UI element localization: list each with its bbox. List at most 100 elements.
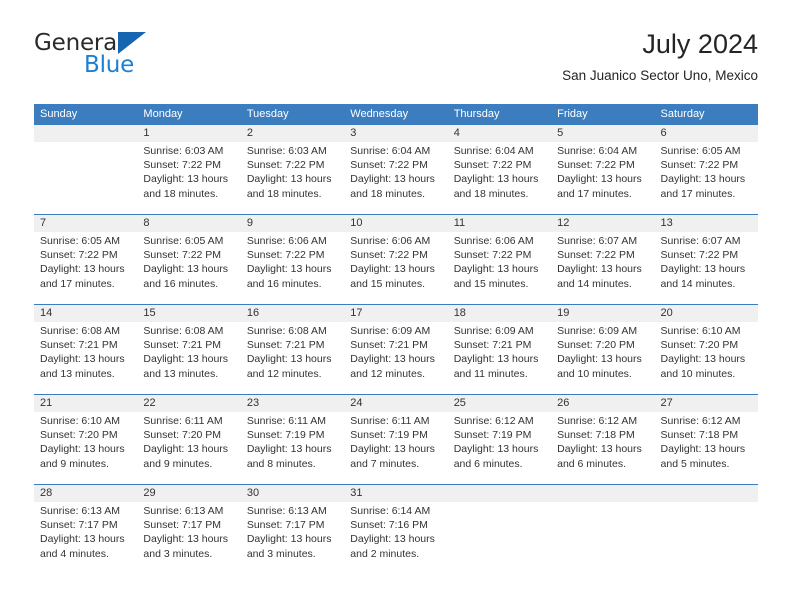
day-detail-line: Daylight: 13 hours — [350, 533, 435, 546]
day-number-24[interactable]: 24 — [344, 395, 447, 412]
day-cell-24[interactable]: Sunrise: 6:11 AM Sunset: 7:19 PM Daylight:… — [344, 412, 447, 484]
day-number-16[interactable]: 16 — [241, 305, 344, 322]
day-detail-line: Sunset: 7:18 PM — [557, 429, 635, 442]
day-detail-line: and 9 minutes. — [40, 457, 109, 470]
day-number-18[interactable]: 18 — [448, 305, 551, 322]
day-detail-line: Sunset: 7:22 PM — [660, 249, 739, 262]
day-number-22[interactable]: 22 — [137, 395, 240, 412]
day-cell-28[interactable]: Sunrise: 6:13 AM Sunset: 7:17 PM Daylight:… — [34, 502, 137, 574]
day-cell-18[interactable]: Sunrise: 6:09 AM Sunset: 7:21 PM Daylight:… — [448, 322, 551, 394]
day-number-6[interactable]: 6 — [655, 125, 758, 142]
day-detail-line: Sunset: 7:21 PM — [350, 339, 428, 352]
day-detail-line: Sunrise: 6:03 AM — [143, 145, 224, 157]
day-number-17[interactable]: 17 — [344, 305, 447, 322]
day-cell-11[interactable]: Sunrise: 6:06 AM Sunset: 7:22 PM Daylight:… — [448, 232, 551, 304]
day-detail-line: and 8 minutes. — [246, 457, 316, 470]
day-detail-line: and 17 minutes. — [40, 277, 115, 290]
day-cell-31[interactable]: Sunrise: 6:14 AM Sunset: 7:16 PM Daylight:… — [344, 502, 447, 574]
page-header: General Blue July 2024 San Juanico Secto… — [0, 0, 792, 100]
day-cell-4[interactable]: Sunrise: 6:04 AM Sunset: 7:22 PM Daylight:… — [448, 142, 551, 214]
day-cell-22[interactable]: Sunrise: 6:11 AM Sunset: 7:20 PM Daylight:… — [137, 412, 240, 484]
day-cell-10[interactable]: Sunrise: 6:06 AM Sunset: 7:22 PM Daylight:… — [344, 232, 447, 304]
day-detail-line: Sunset: 7:16 PM — [350, 519, 428, 532]
day-number-2[interactable]: 2 — [241, 125, 344, 142]
day-detail-line: and 16 minutes. — [246, 277, 322, 290]
day-cell-12[interactable]: Sunrise: 6:07 AM Sunset: 7:22 PM Daylight:… — [551, 232, 654, 304]
day-cell-27[interactable]: Sunrise: 6:12 AM Sunset: 7:18 PM Daylight:… — [655, 412, 758, 484]
day-number-7[interactable]: 7 — [34, 215, 137, 232]
day-number-20[interactable]: 20 — [655, 305, 758, 322]
day-number-9[interactable]: 9 — [241, 215, 344, 232]
day-number-28[interactable]: 28 — [34, 485, 137, 502]
week-detail-band: Sunrise: 6:10 AM Sunset: 7:20 PM Daylight:… — [34, 412, 758, 484]
day-cell-30[interactable]: Sunrise: 6:13 AM Sunset: 7:17 PM Daylight:… — [241, 502, 344, 574]
day-detail-line: and 10 minutes. — [557, 367, 632, 380]
day-cell-5[interactable]: Sunrise: 6:04 AM Sunset: 7:22 PM Daylight:… — [551, 142, 654, 214]
day-cell-25[interactable]: Sunrise: 6:12 AM Sunset: 7:19 PM Daylight:… — [448, 412, 551, 484]
title-block: July 2024 San Juanico Sector Uno, Mexico — [562, 28, 758, 84]
day-detail-line: Daylight: 13 hours — [143, 263, 229, 276]
day-number-1[interactable]: 1 — [137, 125, 240, 142]
day-detail-line: Sunrise: 6:12 AM — [660, 415, 741, 427]
day-cell-8[interactable]: Sunrise: 6:05 AM Sunset: 7:22 PM Daylight:… — [137, 232, 240, 304]
day-number-11[interactable]: 11 — [448, 215, 551, 232]
day-number-10[interactable]: 10 — [344, 215, 447, 232]
general-blue-logo[interactable]: General Blue — [34, 30, 274, 90]
week-detail-band: Sunrise: 6:13 AM Sunset: 7:17 PM Daylight:… — [34, 502, 758, 574]
day-number-14[interactable]: 14 — [34, 305, 137, 322]
day-number-30[interactable]: 30 — [241, 485, 344, 502]
day-cell-26[interactable]: Sunrise: 6:12 AM Sunset: 7:18 PM Daylight:… — [551, 412, 654, 484]
day-detail-line: and 18 minutes. — [246, 187, 322, 200]
day-detail-line: Daylight: 13 hours — [660, 173, 746, 186]
day-cell-19[interactable]: Sunrise: 6:09 AM Sunset: 7:20 PM Daylight:… — [551, 322, 654, 394]
day-detail-line: Daylight: 13 hours — [660, 263, 746, 276]
day-cell-16[interactable]: Sunrise: 6:08 AM Sunset: 7:21 PM Daylight:… — [241, 322, 344, 394]
day-detail-line: Daylight: 13 hours — [40, 353, 125, 366]
day-number-21[interactable]: 21 — [34, 395, 137, 412]
day-number-31[interactable]: 31 — [344, 485, 447, 502]
day-of-week-header-tuesday: Tuesday — [246, 108, 289, 120]
day-cell-20[interactable]: Sunrise: 6:10 AM Sunset: 7:20 PM Daylight:… — [655, 322, 758, 394]
day-number-8[interactable]: 8 — [137, 215, 240, 232]
day-number-25[interactable]: 25 — [448, 395, 551, 412]
day-cell-9[interactable]: Sunrise: 6:06 AM Sunset: 7:22 PM Daylight:… — [241, 232, 344, 304]
day-number-27[interactable]: 27 — [655, 395, 758, 412]
day-cell-13[interactable]: Sunrise: 6:07 AM Sunset: 7:22 PM Daylight:… — [655, 232, 758, 304]
day-cell-15[interactable]: Sunrise: 6:08 AM Sunset: 7:21 PM Daylight:… — [137, 322, 240, 394]
day-detail-line: Sunset: 7:20 PM — [660, 339, 739, 352]
day-detail-line: Sunset: 7:22 PM — [40, 249, 118, 262]
day-number-15[interactable]: 15 — [137, 305, 240, 322]
week-date-number-band: 123456 — [34, 125, 758, 142]
day-detail-line: Sunrise: 6:14 AM — [350, 505, 431, 517]
day-detail-line: Daylight: 13 hours — [453, 443, 539, 456]
day-detail-line: Sunrise: 6:05 AM — [40, 235, 120, 247]
day-cell-3[interactable]: Sunrise: 6:04 AM Sunset: 7:22 PM Daylight:… — [344, 142, 447, 214]
day-number-19[interactable]: 19 — [551, 305, 654, 322]
day-detail-line: and 11 minutes. — [453, 367, 528, 380]
day-cell-23[interactable]: Sunrise: 6:11 AM Sunset: 7:19 PM Daylight:… — [241, 412, 344, 484]
day-cell-21[interactable]: Sunrise: 6:10 AM Sunset: 7:20 PM Daylight:… — [34, 412, 137, 484]
day-cell-17[interactable]: Sunrise: 6:09 AM Sunset: 7:21 PM Daylight:… — [344, 322, 447, 394]
day-number-3[interactable]: 3 — [344, 125, 447, 142]
day-cell-14[interactable]: Sunrise: 6:08 AM Sunset: 7:21 PM Daylight:… — [34, 322, 137, 394]
day-cell-29[interactable]: Sunrise: 6:13 AM Sunset: 7:17 PM Daylight:… — [137, 502, 240, 574]
day-detail-line: Sunrise: 6:11 AM — [350, 415, 430, 427]
day-cell-7[interactable]: Sunrise: 6:05 AM Sunset: 7:22 PM Daylight:… — [34, 232, 137, 304]
day-number-23[interactable]: 23 — [241, 395, 344, 412]
day-detail-line: Sunset: 7:22 PM — [453, 159, 532, 172]
day-number-13[interactable]: 13 — [655, 215, 758, 232]
day-number-26[interactable]: 26 — [551, 395, 654, 412]
day-detail-line: Sunrise: 6:09 AM — [557, 325, 638, 337]
day-of-week-header-saturday: Saturday — [660, 108, 705, 120]
day-of-week-header-thursday: Thursday — [453, 108, 500, 120]
day-detail-line: Sunrise: 6:06 AM — [453, 235, 534, 247]
day-number-empty — [448, 485, 551, 502]
day-cell-1[interactable]: Sunrise: 6:03 AM Sunset: 7:22 PM Daylight:… — [137, 142, 240, 214]
day-number-4[interactable]: 4 — [448, 125, 551, 142]
day-number-5[interactable]: 5 — [551, 125, 654, 142]
brand-name-blue: Blue — [84, 52, 135, 78]
day-number-29[interactable]: 29 — [137, 485, 240, 502]
day-number-12[interactable]: 12 — [551, 215, 654, 232]
day-cell-6[interactable]: Sunrise: 6:05 AM Sunset: 7:22 PM Daylight:… — [655, 142, 758, 214]
day-cell-2[interactable]: Sunrise: 6:03 AM Sunset: 7:22 PM Daylight:… — [241, 142, 344, 214]
